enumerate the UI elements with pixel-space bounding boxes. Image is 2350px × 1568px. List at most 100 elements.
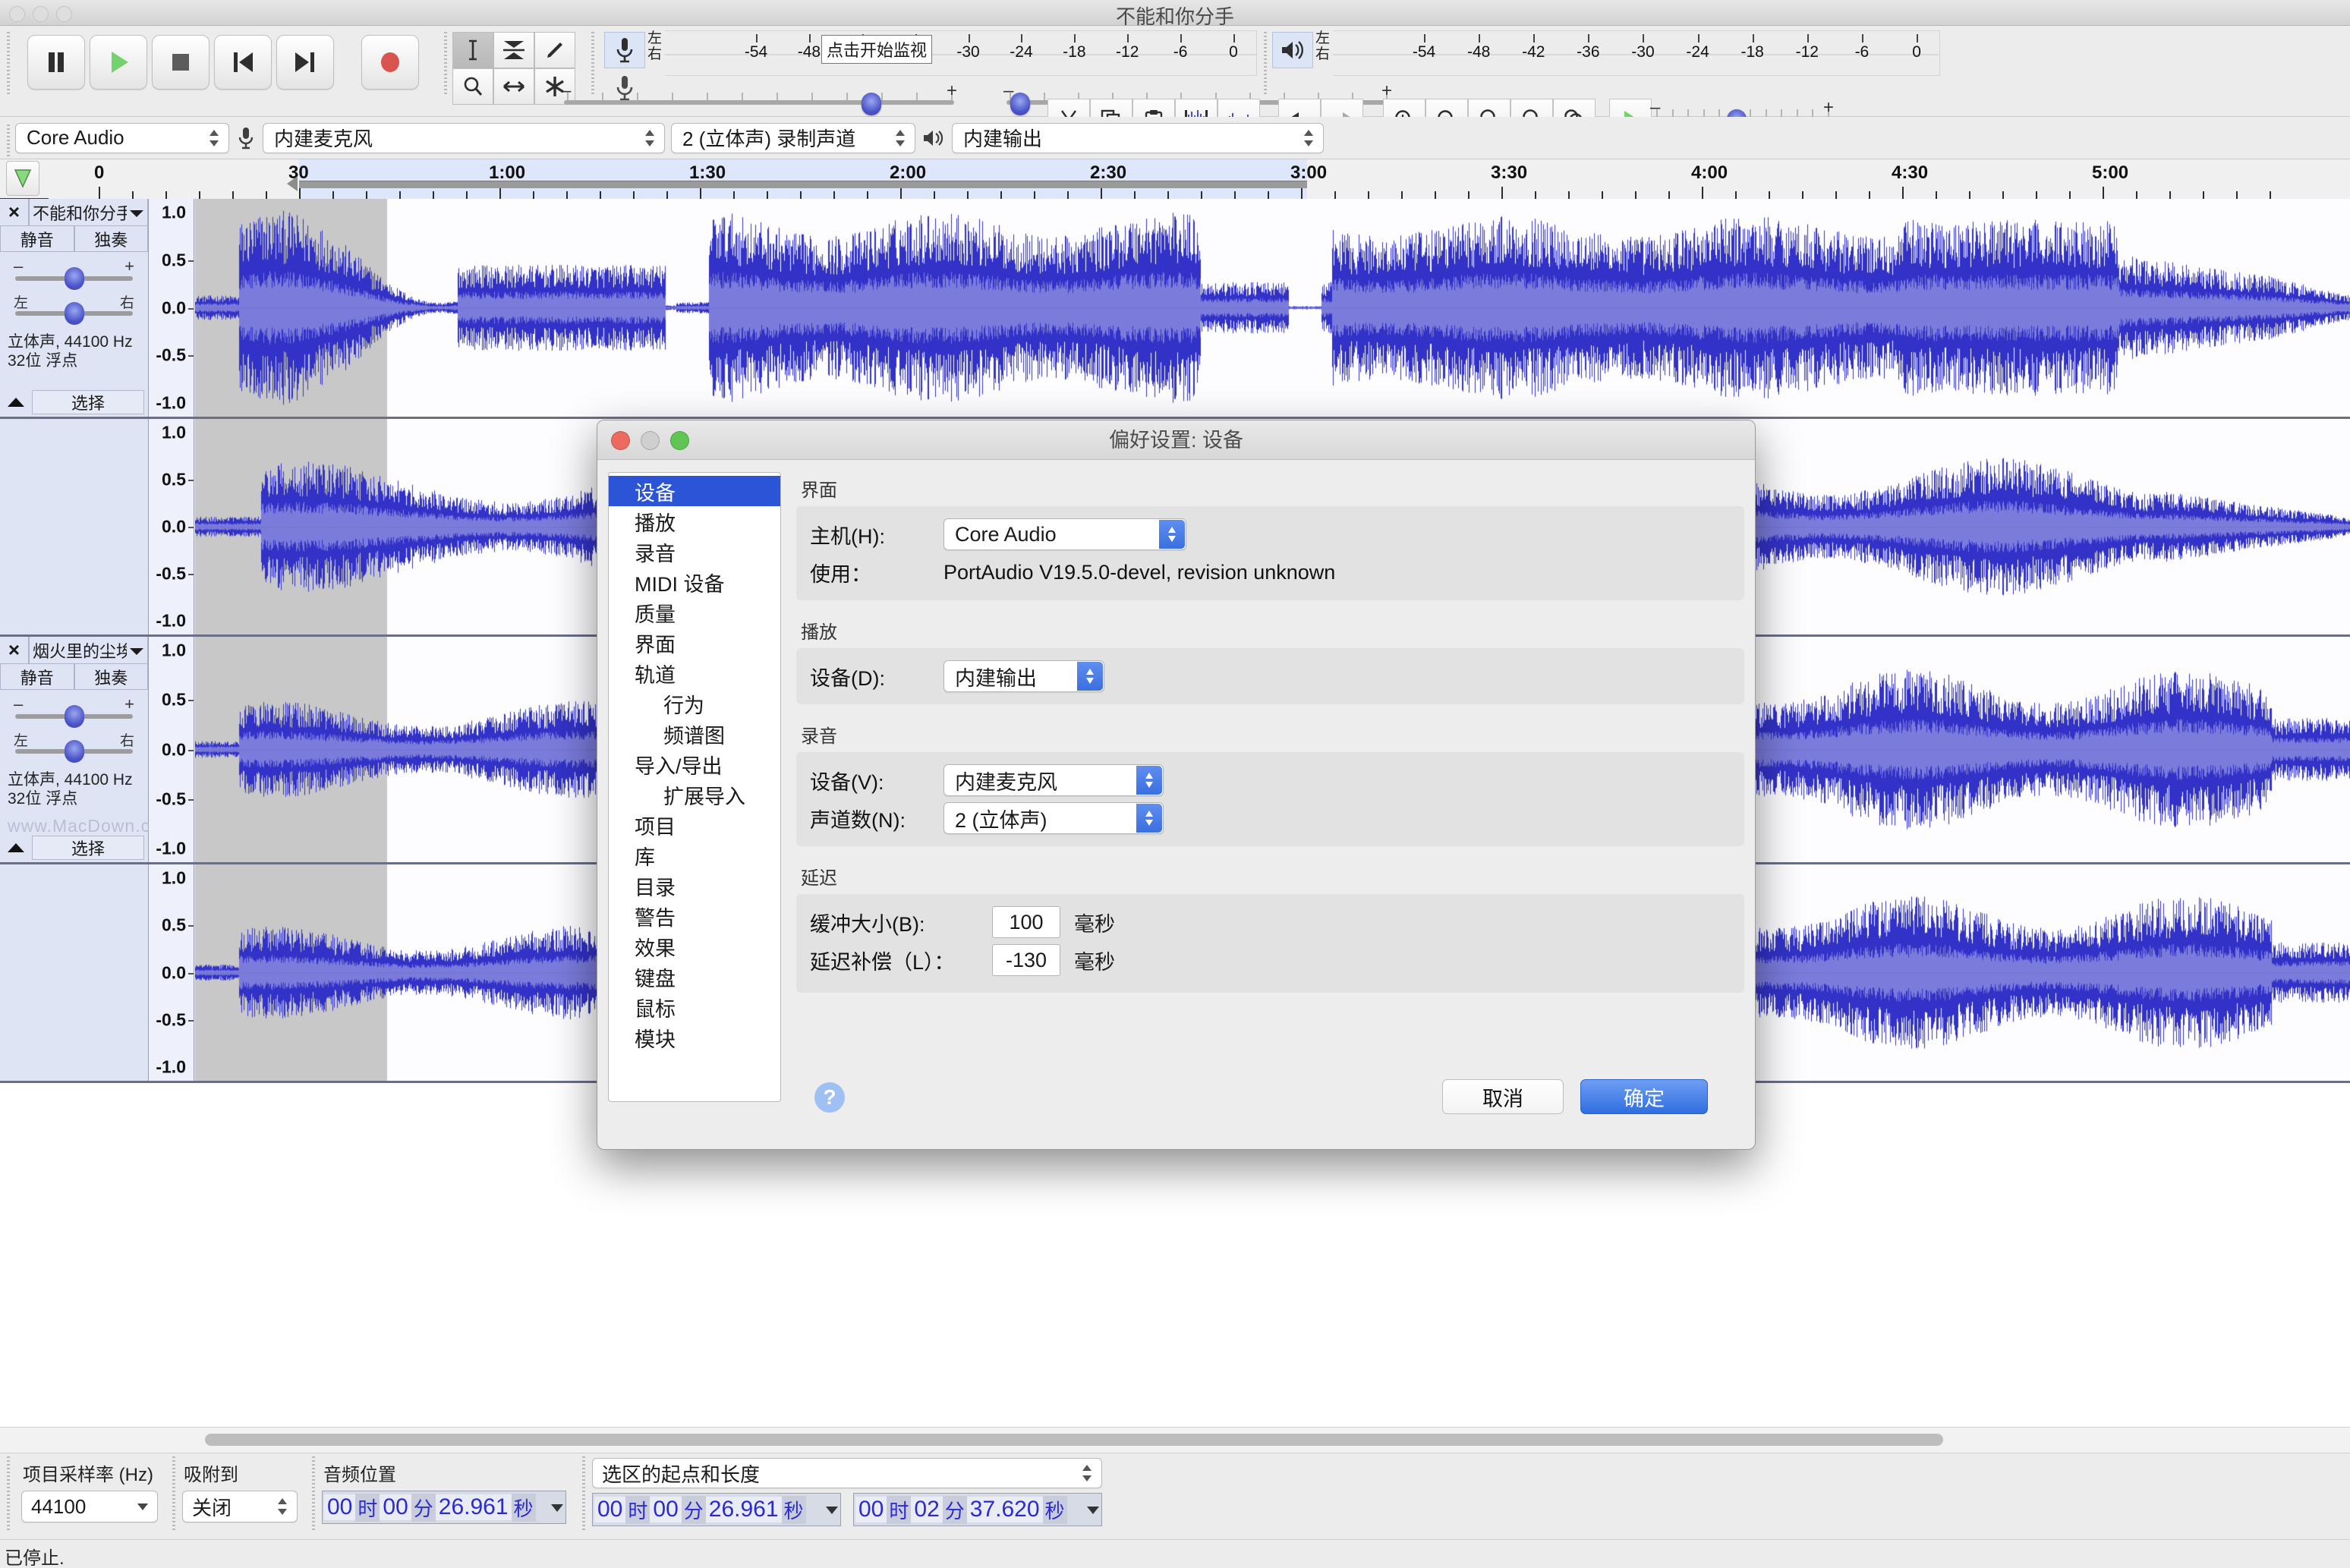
recording-channels-combo[interactable]: 2 (立体声) 录制声道 <box>671 122 915 153</box>
selection-start-dropdown-icon[interactable] <box>826 1507 838 1514</box>
prefs-category-11[interactable]: 项目 <box>609 810 780 840</box>
prefs-category-5[interactable]: 界面 <box>609 628 780 658</box>
host-popup[interactable]: Core Audio <box>943 518 1186 550</box>
buffer-length-input[interactable]: 100 <box>992 906 1060 938</box>
track-close-button[interactable]: × <box>0 199 29 226</box>
prefs-category-4[interactable]: 质量 <box>609 597 780 628</box>
dialog-minimize-icon[interactable] <box>641 431 660 450</box>
recording-device-popup[interactable]: 内建麦克风 <box>943 764 1164 796</box>
track-solo-button[interactable]: 独奏 <box>74 226 148 252</box>
chevron-updown-icon[interactable] <box>1136 766 1162 795</box>
track-select-button[interactable]: 选择 <box>32 390 144 414</box>
prefs-category-3[interactable]: MIDI 设备 <box>609 567 780 597</box>
selection-tool-button[interactable] <box>452 32 493 68</box>
playback-meter[interactable]: 左 右 -54 -48 -42 -36 -30 -24 -18 -12 -6 0 <box>1313 26 1941 76</box>
dialog-zoom-icon[interactable] <box>670 431 689 450</box>
prefs-category-1[interactable]: 播放 <box>609 506 780 537</box>
track-mute-button[interactable]: 静音 <box>0 664 74 690</box>
prefs-category-16[interactable]: 键盘 <box>609 962 780 992</box>
prefs-category-18[interactable]: 模块 <box>609 1022 780 1053</box>
recording-volume-slider[interactable]: – + <box>558 73 960 115</box>
tools-toolbar-grip[interactable] <box>442 32 449 96</box>
selection-grip[interactable] <box>580 1456 588 1532</box>
track-pan-slider[interactable]: 左 右 <box>11 729 137 764</box>
transport-toolbar-grip[interactable] <box>5 32 12 96</box>
audio-position-grip[interactable] <box>310 1456 317 1532</box>
selection-length-field[interactable]: 00 时 02 分 37.620 秒 <box>853 1493 1102 1526</box>
selection-mode-combo[interactable]: 选区的起点和长度 <box>592 1458 1102 1488</box>
recording-meter[interactable]: 左 右 -54-48-42-36-30-24-18-12-60 点击开始监视 <box>645 26 1258 76</box>
horizontal-scrollbar[interactable] <box>0 1427 2350 1453</box>
gain-knob[interactable] <box>64 705 84 728</box>
track-solo-button[interactable]: 独奏 <box>74 664 148 690</box>
chevron-updown-icon[interactable] <box>1159 520 1185 549</box>
selection-length-dropdown-icon[interactable] <box>1087 1507 1099 1514</box>
scrollbar-thumb[interactable] <box>205 1434 1943 1446</box>
prefs-category-8[interactable]: 频谱图 <box>609 719 780 749</box>
track-vertical-ruler[interactable]: 1.0 0.5 0.0 -0.5 -1.0 <box>149 419 194 634</box>
prefs-category-14[interactable]: 警告 <box>609 901 780 931</box>
slider-knob[interactable] <box>862 93 882 115</box>
latency-compensation-input[interactable]: -130 <box>992 944 1060 976</box>
prefs-category-7[interactable]: 行为 <box>609 688 780 719</box>
selection-toolbar-grip[interactable] <box>5 1456 12 1532</box>
device-toolbar-grip[interactable] <box>5 124 12 156</box>
draw-tool-button[interactable] <box>534 32 575 68</box>
pan-knob[interactable] <box>64 740 84 763</box>
pause-button[interactable] <box>27 35 85 90</box>
track-vertical-ruler[interactable]: 1.0 0.5 0.0 -0.5 -1.0 <box>149 199 194 417</box>
track-name-button[interactable]: 不能和你分手 <box>29 199 148 226</box>
audio-position-field[interactable]: 00 时 00 分 26.961 秒 <box>322 1491 566 1524</box>
track-vertical-ruler[interactable]: 1.0 0.5 0.0 -0.5 -1.0 <box>149 864 194 1081</box>
ok-button[interactable]: 确定 <box>1580 1079 1708 1114</box>
track-waveform-area[interactable] <box>195 199 2350 417</box>
track-name-button[interactable]: 烟火里的尘埃 <box>29 637 148 664</box>
recording-channels-popup[interactable]: 2 (立体声) <box>943 802 1164 834</box>
play-button[interactable] <box>90 35 147 90</box>
track-gain-slider[interactable]: – + <box>11 257 137 291</box>
gain-knob[interactable] <box>64 267 84 290</box>
envelope-tool-button[interactable] <box>493 32 534 68</box>
playback-meter-speaker-icon[interactable] <box>1272 32 1314 68</box>
prefs-category-2[interactable]: 录音 <box>609 537 780 567</box>
audio-position-dropdown-icon[interactable] <box>551 1504 563 1512</box>
ruler-selection-region[interactable] <box>299 159 1307 199</box>
chevron-updown-icon[interactable] <box>1077 662 1103 691</box>
prefs-category-17[interactable]: 鼠标 <box>609 992 780 1022</box>
play-region-handle[interactable] <box>287 176 298 191</box>
track-collapse-icon[interactable] <box>0 390 32 414</box>
selection-start-field[interactable]: 00 时 00 分 26.961 秒 <box>592 1493 841 1526</box>
preferences-category-list[interactable]: 设备 播放 录音 MIDI 设备 质量 界面 轨道 行为 频谱图 导入/导出 扩展导入 项目库目录 警告… <box>608 472 781 1102</box>
prefs-category-13[interactable]: 目录 <box>609 871 780 901</box>
dialog-close-icon[interactable] <box>611 431 630 450</box>
skip-to-end-button[interactable] <box>276 35 334 90</box>
pinned-play-head-button[interactable] <box>6 161 39 196</box>
recording-meter-scale[interactable]: -54-48-42-36-30-24-18-12-60 <box>665 30 1258 76</box>
recording-meter-mic-icon[interactable] <box>604 32 645 68</box>
stop-button[interactable] <box>152 35 209 90</box>
record-button[interactable] <box>361 35 419 90</box>
track-mute-button[interactable]: 静音 <box>0 226 74 252</box>
track-vertical-ruler[interactable]: 1.0 0.5 0.0 -0.5 -1.0 <box>149 637 194 862</box>
track-collapse-icon[interactable] <box>0 836 32 860</box>
cancel-button[interactable]: 取消 <box>1442 1079 1564 1114</box>
track-select-button[interactable]: 选择 <box>32 836 144 860</box>
track-pan-slider[interactable]: 左 右 <box>11 291 137 326</box>
timeshift-tool-button[interactable] <box>493 68 534 105</box>
chevron-updown-icon[interactable] <box>1136 804 1162 833</box>
slider-knob[interactable] <box>1010 93 1030 115</box>
prefs-category-10[interactable]: 扩展导入 <box>609 779 780 810</box>
pan-knob[interactable] <box>64 302 84 325</box>
timeline-ruler[interactable]: 0 30 1:00 1:30 2:00 2:30 3:00 3:30 4:00 4:30 5:00 <box>49 159 2350 199</box>
playback-meter-scale[interactable]: -54 -48 -42 -36 -30 -24 -18 -12 -6 0 <box>1333 30 1941 76</box>
playback-device-popup[interactable]: 内建输出 <box>943 660 1104 692</box>
prefs-category-0[interactable]: 设备 <box>609 476 780 506</box>
help-button[interactable]: ? <box>814 1082 845 1113</box>
play-region-bar[interactable] <box>299 181 1307 188</box>
track-gain-slider[interactable]: – + <box>11 694 137 729</box>
project-rate-combo[interactable]: 44100 <box>21 1491 158 1522</box>
prefs-category-6[interactable]: 轨道 <box>609 658 780 688</box>
prefs-category-12[interactable]: 库 <box>609 840 780 871</box>
audio-host-combo[interactable]: Core Audio <box>15 122 229 153</box>
skip-to-start-button[interactable] <box>214 35 272 90</box>
